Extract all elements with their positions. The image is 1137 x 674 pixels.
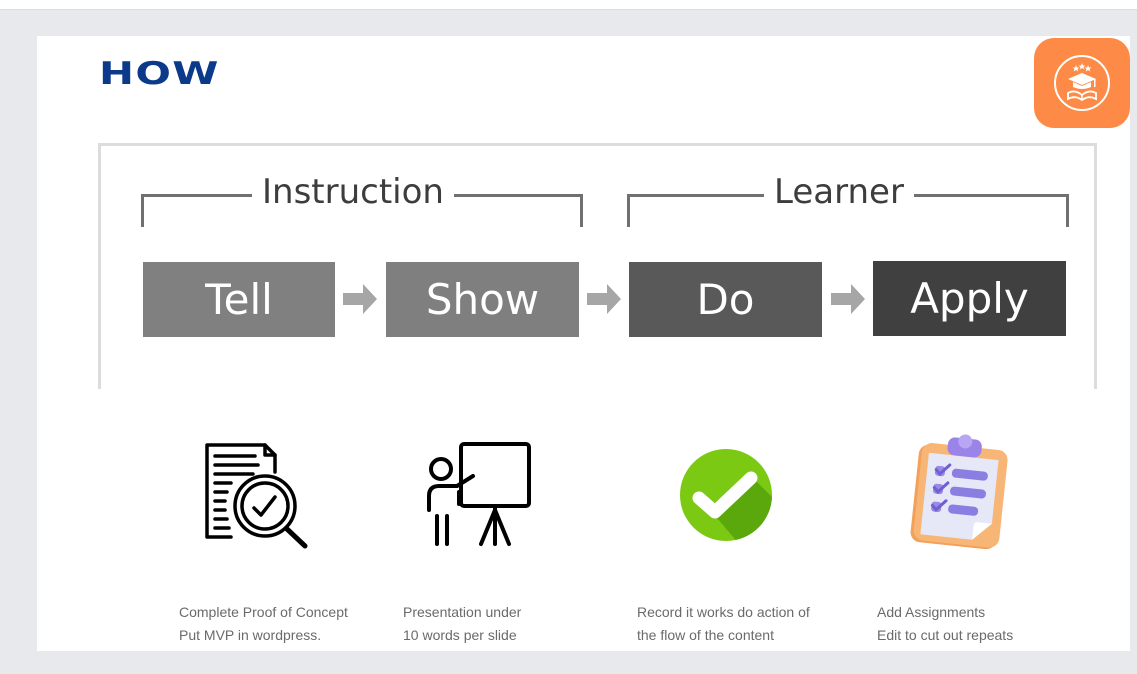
presenter-board-icon (427, 442, 531, 546)
caption-line: Add Assignments (877, 604, 986, 620)
window-top-bar (0, 0, 1137, 10)
caption-line: Edit to cut out repeats (877, 627, 1014, 643)
document-search-check-icon (205, 443, 308, 549)
group-label-instruction: Instruction (252, 172, 454, 212)
clipboard-checklist-icon (910, 434, 1008, 550)
arrow-right-icon (587, 284, 621, 314)
caption-column-2: Presentation under 10 words per slide (403, 601, 521, 647)
caption-line: Presentation under (403, 604, 522, 620)
caption-column-3: Record it works do action of the flow of… (637, 601, 810, 647)
step-apply: Apply (873, 261, 1066, 336)
caption-line: 10 words per slide (403, 627, 517, 643)
slide-title: HOW (99, 56, 220, 92)
arrow-right-icon (831, 284, 865, 314)
caption-line: the flow of the content (637, 627, 774, 643)
caption-column-1: Complete Proof of Concept Put MVP in wor… (179, 601, 348, 647)
step-tell: Tell (143, 262, 335, 337)
arrow-right-icon (343, 284, 377, 314)
step-do: Do (629, 262, 822, 337)
group-label-learner: Learner (764, 172, 914, 212)
caption-column-4: Add Assignments Edit to cut out repeats (877, 601, 1013, 647)
caption-line: Complete Proof of Concept (179, 604, 348, 620)
graduation-cap-book-icon (1054, 55, 1110, 111)
caption-line: Put MVP in wordpress. (179, 627, 322, 643)
slide-card: HOW Instruction Learner Tell Show Do App… (37, 36, 1130, 651)
app-badge (1034, 38, 1130, 128)
caption-line: Record it works do action of (637, 604, 810, 620)
step-show: Show (386, 262, 579, 337)
green-check-circle-icon (680, 449, 772, 541)
